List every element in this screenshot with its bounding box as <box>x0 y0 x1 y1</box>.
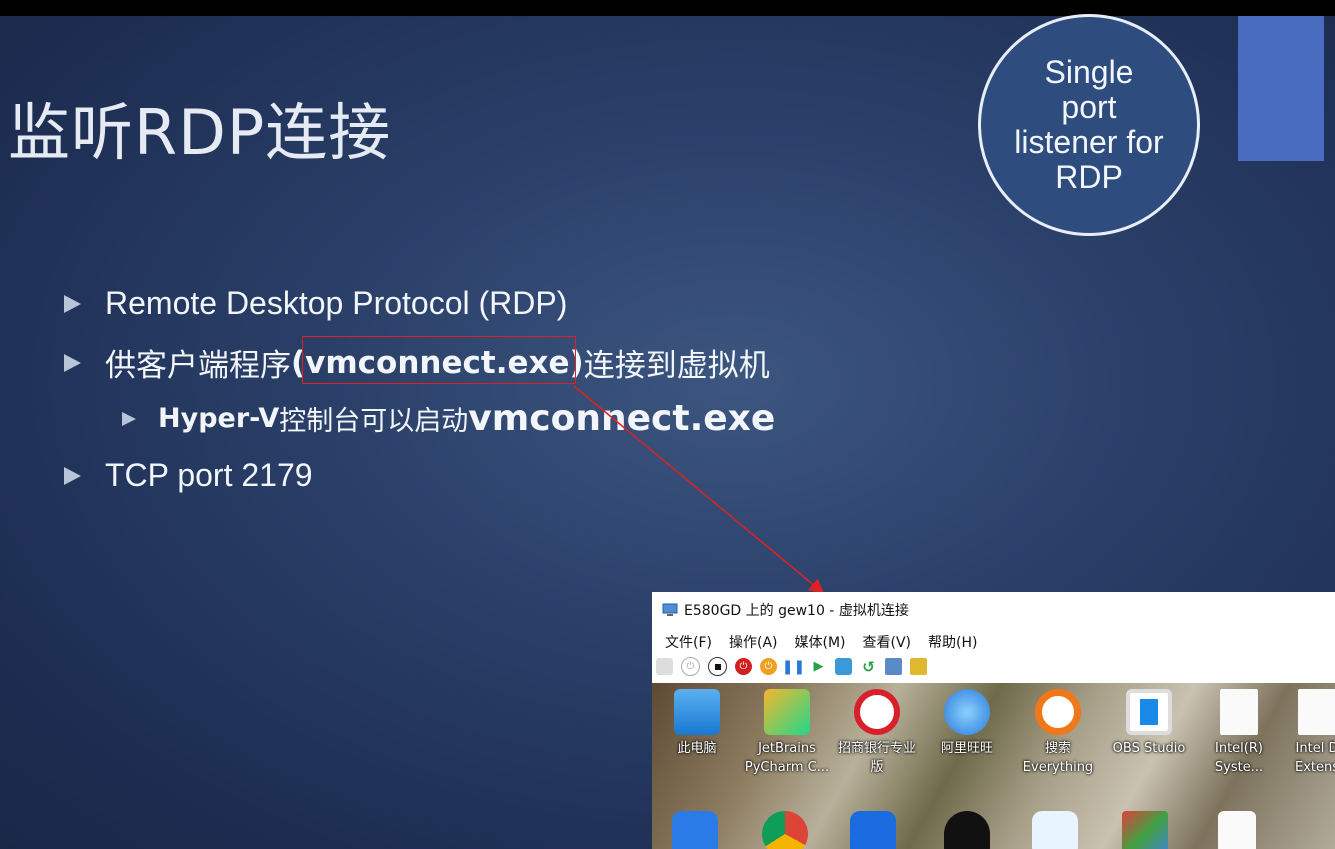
menu-action[interactable]: 操作(A) <box>729 632 778 652</box>
aliwangwang-icon <box>944 689 990 735</box>
reset-icon[interactable]: ▶ <box>810 658 827 675</box>
pause-icon[interactable]: ❚❚ <box>782 658 805 675</box>
vm-desktop: 此电脑 JetBrains PyCharm C... 招商银行专业版 阿里旺旺 … <box>652 683 1335 849</box>
vm-window-title: E580GD 上的 gew10 - 虚拟机连接 <box>662 600 909 620</box>
zoom-icon[interactable] <box>672 811 718 849</box>
everything-icon <box>1035 689 1081 735</box>
menu-view[interactable]: 查看(V) <box>863 632 912 652</box>
desktop-icon-this-pc[interactable]: 此电脑 <box>652 689 742 758</box>
vm-title-text: E580GD 上的 gew10 - 虚拟机连接 <box>684 603 909 619</box>
save-icon[interactable]: ⏻ <box>760 658 777 675</box>
vm-menubar: 文件(F) 操作(A) 媒体(M) 查看(V) 帮助(H) <box>665 632 994 652</box>
share-icon[interactable] <box>910 658 927 675</box>
desktop-icon-aliwangwang[interactable]: 阿里旺旺 <box>922 689 1012 758</box>
shut-down-icon[interactable]: ⏻ <box>735 658 752 675</box>
obs-icon <box>1126 689 1172 735</box>
menu-help[interactable]: 帮助(H) <box>928 632 977 652</box>
desktop-icon-intel-system[interactable]: Intel(R) Syste... <box>1194 689 1284 777</box>
desktop-icon-everything[interactable]: 搜索 Everything <box>1013 689 1103 777</box>
app-icon[interactable] <box>1032 811 1078 849</box>
vm-monitor-icon <box>662 603 678 616</box>
desktop-icon-cmb[interactable]: 招商银行专业版 <box>832 689 922 777</box>
ctrl-alt-del-icon[interactable] <box>656 658 673 675</box>
app-icon[interactable] <box>850 811 896 849</box>
desktop-icon-obs[interactable]: OBS Studio <box>1104 689 1194 758</box>
revert-icon[interactable]: ↺ <box>860 658 877 675</box>
vm-toolbar: ⏻ ⏻ ⏻ ❚❚ ▶ ↺ <box>656 657 935 676</box>
menu-file[interactable]: 文件(F) <box>665 632 712 652</box>
chrome-icon[interactable] <box>762 811 808 849</box>
vm-connection-window[interactable]: E580GD 上的 gew10 - 虚拟机连接 文件(F) 操作(A) 媒体(M… <box>652 592 1335 849</box>
cmb-icon <box>854 689 900 735</box>
enhanced-session-icon[interactable] <box>885 658 902 675</box>
checkpoint-icon[interactable] <box>835 658 852 675</box>
desktop-icon-pycharm[interactable]: JetBrains PyCharm C... <box>742 689 832 777</box>
computer-icon <box>674 689 720 735</box>
file-icon <box>1220 689 1258 735</box>
turn-off-icon[interactable] <box>708 657 727 676</box>
app-icon[interactable] <box>1122 811 1168 849</box>
menu-media[interactable]: 媒体(M) <box>795 632 846 652</box>
desktop-icon-intel-ext[interactable]: Intel D Extens <box>1272 689 1335 777</box>
pycharm-icon <box>764 689 810 735</box>
file-icon[interactable] <box>1218 811 1256 849</box>
file-icon <box>1298 689 1335 735</box>
qq-icon[interactable] <box>944 811 990 849</box>
start-icon[interactable]: ⏻ <box>681 657 700 676</box>
